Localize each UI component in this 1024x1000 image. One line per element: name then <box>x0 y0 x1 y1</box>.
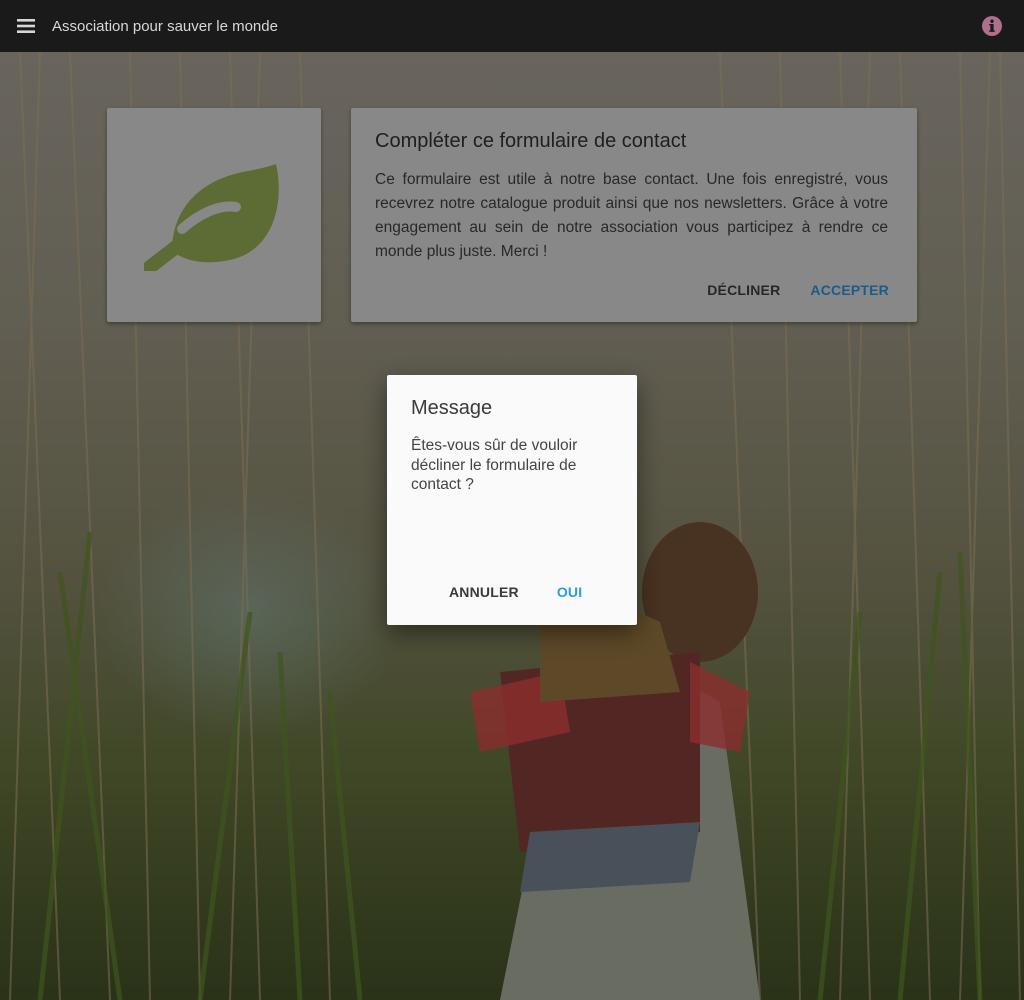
cancel-button[interactable]: ANNULER <box>449 584 519 600</box>
confirm-dialog: Message Êtes-vous sûr de vouloir décline… <box>387 375 637 625</box>
menu-button[interactable] <box>0 0 52 52</box>
hamburger-menu-icon <box>17 19 35 33</box>
dialog-title: Message <box>411 397 493 419</box>
confirm-yes-button[interactable]: OUI <box>557 584 583 600</box>
app-bar: Association pour sauver le monde <box>0 0 1024 52</box>
dialog-message: Êtes-vous sûr de vouloir décliner le for… <box>411 437 578 493</box>
info-button[interactable] <box>982 16 1002 36</box>
dialog-actions: ANNULER OUI <box>449 584 582 600</box>
app-title: Association pour sauver le monde <box>52 17 278 35</box>
info-circle-icon <box>982 16 1002 36</box>
